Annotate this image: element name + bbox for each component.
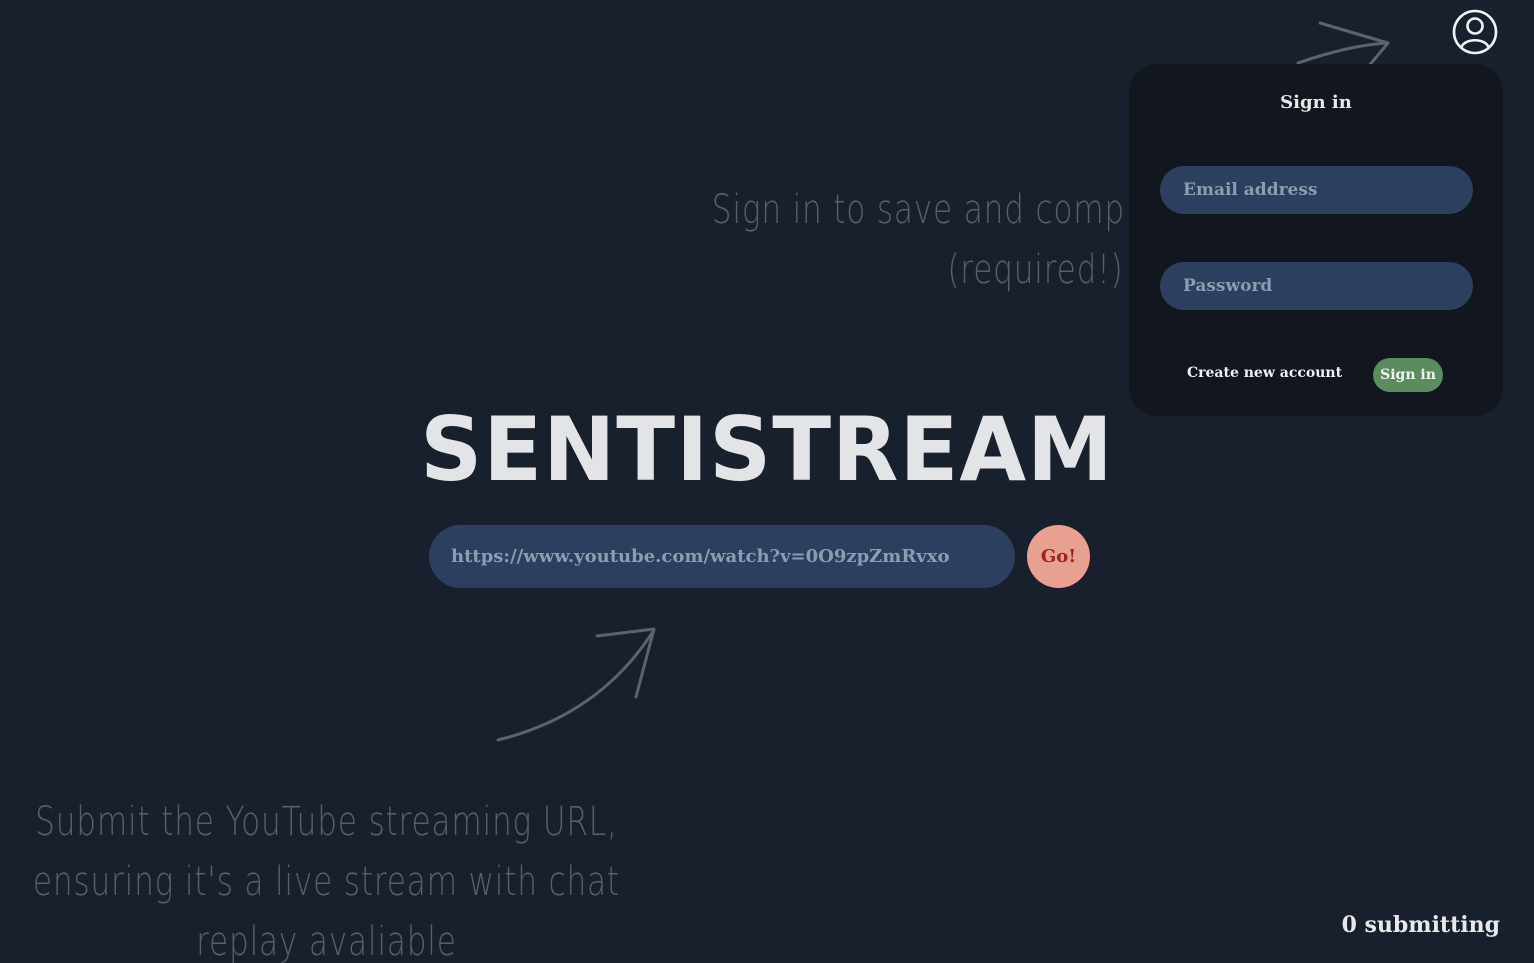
email-field[interactable] xyxy=(1160,166,1473,214)
submit-hint-line1: Submit the YouTube streaming URL, xyxy=(35,799,618,845)
password-field[interactable] xyxy=(1160,262,1473,310)
submit-url-hint: Submit the YouTube streaming URL, ensuri… xyxy=(30,792,623,963)
submit-hint-line3: replay avaliable xyxy=(196,919,457,963)
signin-button[interactable]: Sign in xyxy=(1373,358,1443,392)
signin-hint: Sign in to save and comp (required!) xyxy=(700,180,1137,300)
signin-panel: Sign in Create new account Sign in xyxy=(1129,64,1503,416)
submitting-count: 0 submitting xyxy=(1341,912,1500,938)
go-button[interactable]: Go! xyxy=(1027,525,1090,588)
signin-hint-line2: (required!) xyxy=(947,247,1124,293)
submit-hint-line2: ensuring it's a live stream with chat xyxy=(32,859,620,905)
arrow-to-url-input xyxy=(496,627,656,742)
youtube-url-input[interactable] xyxy=(429,525,1015,588)
signin-panel-title: Sign in xyxy=(1280,92,1352,113)
user-circle-icon[interactable] xyxy=(1452,9,1498,55)
page: Sign in to save and comp (required!) SEN… xyxy=(0,0,1534,963)
create-account-link[interactable]: Create new account xyxy=(1187,365,1342,381)
signin-hint-line1: Sign in to save and comp xyxy=(711,187,1126,233)
